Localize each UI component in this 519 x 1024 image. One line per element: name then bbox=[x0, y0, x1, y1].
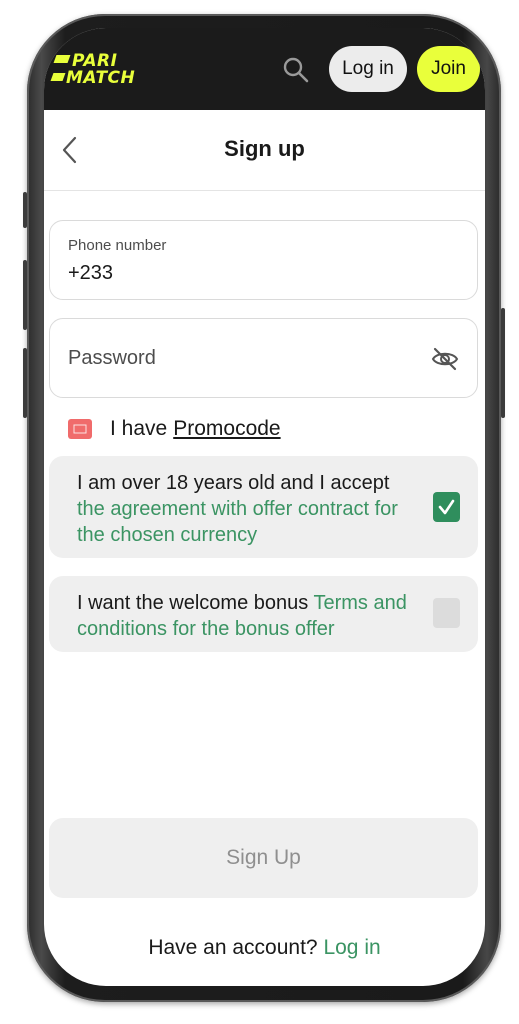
phone-number-value[interactable]: +233 bbox=[68, 262, 113, 285]
agreement-text: I am over 18 years old and I accept the … bbox=[77, 470, 407, 548]
agreement-box[interactable]: I am over 18 years old and I accept the … bbox=[49, 456, 478, 558]
search-icon[interactable] bbox=[282, 56, 310, 84]
phone-side-button bbox=[23, 192, 27, 228]
logo-bar-top bbox=[53, 55, 71, 63]
phone-power-button bbox=[501, 308, 505, 418]
sign-up-button[interactable]: Sign Up bbox=[49, 818, 478, 898]
footer-login-link[interactable]: Log in bbox=[323, 936, 380, 959]
agreement-checkbox[interactable] bbox=[433, 492, 460, 522]
promo-row[interactable]: I have Promocode bbox=[68, 416, 281, 442]
agreement-plain-text: I am over 18 years old and I accept bbox=[77, 472, 390, 494]
password-field[interactable]: Password bbox=[49, 318, 478, 398]
bonus-plain-text: I want the welcome bonus bbox=[77, 592, 309, 614]
logo-bar-bottom bbox=[50, 73, 66, 81]
logo-text-line2: MATCH bbox=[66, 68, 136, 88]
login-button[interactable]: Log in bbox=[329, 46, 407, 92]
parimatch-logo[interactable]: PARI MATCH bbox=[50, 51, 145, 89]
top-bar: PARI MATCH Log in Join bbox=[44, 28, 485, 110]
promocode-link[interactable]: Promocode bbox=[173, 417, 280, 441]
eye-off-icon[interactable] bbox=[431, 345, 459, 373]
phone-volume-up bbox=[23, 260, 27, 330]
bonus-text: I want the welcome bonus Terms and condi… bbox=[77, 590, 407, 642]
ticket-icon bbox=[68, 419, 92, 439]
phone-number-label: Phone number bbox=[68, 237, 167, 254]
login-prompt: Have an account? Log in bbox=[44, 936, 485, 960]
phone-number-field[interactable]: Phone number +233 bbox=[49, 220, 478, 300]
login-prompt-text: Have an account? bbox=[148, 936, 318, 959]
bonus-checkbox[interactable] bbox=[433, 598, 460, 628]
promo-prefix: I have bbox=[110, 417, 168, 440]
join-button[interactable]: Join bbox=[417, 46, 480, 92]
password-placeholder[interactable]: Password bbox=[68, 347, 156, 370]
app-screen: PARI MATCH Log in Join Sign up Phone num… bbox=[44, 28, 485, 986]
check-icon bbox=[438, 499, 455, 515]
phone-volume-down bbox=[23, 348, 27, 418]
bonus-box[interactable]: I want the welcome bonus Terms and condi… bbox=[49, 576, 478, 652]
agreement-link[interactable]: the agreement with offer contract for th… bbox=[77, 498, 398, 546]
page-header: Sign up bbox=[44, 110, 485, 191]
page-title: Sign up bbox=[224, 136, 305, 161]
